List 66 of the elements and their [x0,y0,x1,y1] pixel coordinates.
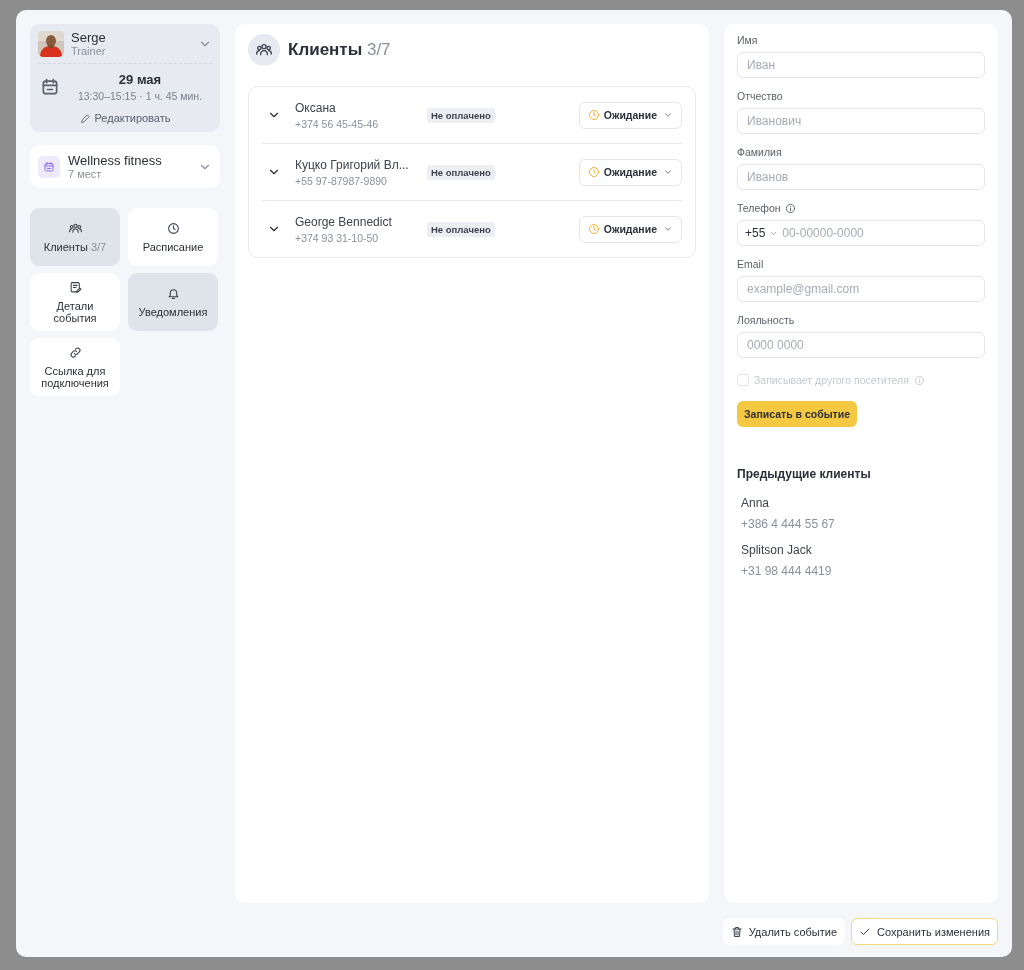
section-title: Предыдущие клиенты [737,467,872,481]
clock-icon [587,109,600,121]
payment-status-badge: Не оплачено [427,107,495,123]
status-dropdown[interactable]: Ожидание [578,158,682,186]
submit-button[interactable]: Записать в событие [737,401,858,427]
clock-icon [587,223,600,235]
field-label: Лояльность [737,314,795,326]
client-name: Куцко Григорий Вл... [295,157,410,172]
info-icon [784,202,796,214]
trainer-name: Serge [71,30,106,45]
client-phone: +374 56 45-45-46 [295,117,380,130]
info-icon [913,374,925,386]
client-name: Anna [741,496,771,510]
client-phone: +374 93 31-10-50 [295,231,380,244]
class-name: Wellness fitness [68,153,163,168]
client-name: Оксана [295,100,337,115]
client-name: Splitson Jack [741,543,813,557]
nav-tile[interactable]: Уведомления [128,273,218,331]
delete-button[interactable]: Удалить событие [722,918,846,945]
client-phone: +31 98 444 4419 [741,564,833,578]
calendar-icon [38,155,60,178]
trainer-role: Trainer [71,45,106,57]
client-phone: +386 4 444 55 67 [741,517,836,531]
input-field[interactable]: 0000 0000 [737,332,985,358]
event-date: 29 мая [117,72,163,87]
people-icon [68,221,82,235]
field-label: Фамилия [737,146,782,158]
client-phone: +55 97-87987-9890 [295,174,388,187]
event-time: 13:30–15:15 · 1 ч. 45 мин. [76,90,204,102]
class-places: 7 мест [68,168,103,180]
save-button[interactable]: Сохранить изменения [851,918,998,945]
chevron-down-icon [663,110,673,120]
trash-icon [730,925,743,938]
clock-icon [166,221,180,235]
people-icon [248,34,280,66]
input-field[interactable]: Иванов [737,164,985,190]
input-field[interactable]: Иван [737,52,985,78]
status-dropdown[interactable]: Ожидание [578,215,682,243]
status-dropdown[interactable]: Ожидание [578,101,682,129]
nav-tile[interactable]: Ссылка для подключения [30,338,120,396]
input-field[interactable]: example@gmail.com [737,276,985,302]
field-label: Имя [737,34,758,46]
chevron-down-icon [663,167,673,177]
client-name: George Bennedict [295,214,393,229]
calendar-icon [40,77,60,97]
chevron-down-icon [663,224,673,234]
input-field[interactable]: Иванович [737,108,985,134]
class-selector[interactable]: Wellness fitness 7 мест [30,145,220,188]
payment-status-badge: Не оплачено [427,221,495,237]
field-label: Телефон [737,202,781,214]
panel-title: Клиенты 3/7 [288,40,391,60]
edit-button[interactable]: Редактировать [79,112,171,124]
field-label: Отчество [737,90,783,102]
nav-tile[interactable]: Детали события [30,273,120,331]
checkbox-label: Записывает другого посетителя [754,374,909,386]
nav-tile[interactable]: Клиенты 3/7 [30,208,120,266]
nav-tile[interactable]: Расписание [128,208,218,266]
pencil-icon [79,112,91,124]
country-code-dropdown[interactable]: +55 [745,226,779,240]
payment-status-badge: Не оплачено [427,164,495,180]
phone-field[interactable]: +55 00-00000-0000 [737,220,985,246]
edit-document-icon [68,280,82,294]
clock-icon [587,166,600,178]
field-label: Email [737,258,764,270]
link-icon [68,345,82,359]
bell-icon [166,286,180,300]
